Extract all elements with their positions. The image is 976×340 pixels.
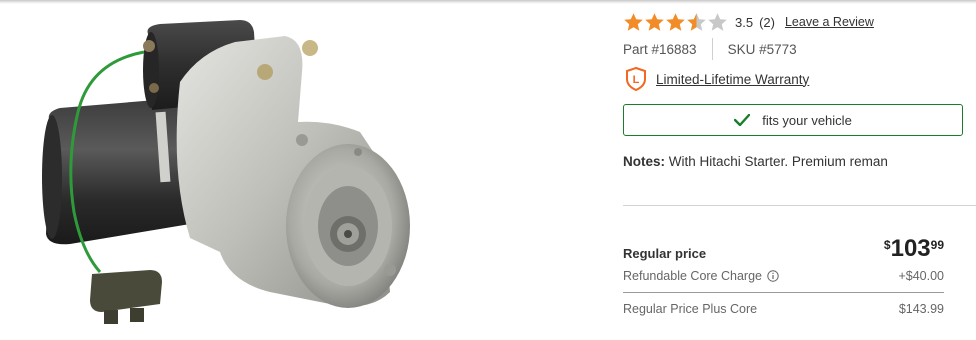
svg-text:L: L: [633, 74, 640, 86]
warranty-shield-icon: L: [626, 67, 646, 91]
price-plus-core-label: Regular Price Plus Core: [623, 302, 758, 316]
core-charge-value: +$40.00: [898, 269, 944, 283]
star-full-icon: [666, 12, 685, 31]
sku-number: SKU #5773: [727, 41, 797, 57]
rating-count: (2): [759, 14, 775, 30]
rating-row: 3.5 (2) Leave a Review: [623, 11, 874, 33]
regular-price-amount: $10399: [884, 236, 944, 262]
product-image-panel: [0, 4, 600, 340]
core-divider: [623, 292, 944, 293]
star-full-icon: [624, 12, 643, 31]
price-dollars: 103: [890, 235, 931, 262]
part-number: Part #16883: [623, 41, 697, 57]
fits-vehicle-indicator[interactable]: fits your vehicle: [623, 104, 963, 136]
warranty-row: L Limited-Lifetime Warranty: [625, 67, 809, 91]
core-charge-row: Refundable Core Charge +$40.00: [623, 269, 944, 287]
core-charge-label-group: Refundable Core Charge: [623, 269, 779, 283]
rating-stars: [623, 12, 728, 33]
regular-price-label: Regular price: [623, 246, 707, 261]
price-cents: 99: [930, 238, 944, 252]
rating-value: 3.5: [735, 14, 754, 30]
star-full-icon: [645, 12, 664, 31]
regular-price-row: Regular price $10399: [623, 236, 944, 266]
leave-review-link[interactable]: Leave a Review: [785, 15, 874, 29]
price-plus-core-row: Regular Price Plus Core $143.99: [623, 302, 944, 320]
info-icon[interactable]: [767, 270, 779, 282]
price-plus-core-value: $143.99: [898, 302, 944, 316]
identifiers-row: Part #16883 SKU #5773: [623, 38, 797, 60]
notes-text: With Hitachi Starter. Premium reman: [668, 154, 888, 169]
identifier-divider: [711, 38, 713, 60]
warranty-link[interactable]: Limited-Lifetime Warranty: [656, 72, 809, 87]
star-half-icon: [687, 12, 706, 31]
fits-vehicle-label: fits your vehicle: [762, 112, 852, 128]
section-divider: [623, 205, 976, 206]
starter-motor-image: [42, 20, 410, 324]
core-charge-label: Refundable Core Charge: [623, 269, 762, 283]
checkmark-icon: [734, 114, 751, 126]
product-notes: Notes: With Hitachi Starter. Premium rem…: [623, 154, 888, 169]
notes-heading: Notes:: [623, 154, 666, 169]
star-empty-icon: [708, 12, 727, 31]
price-currency: $: [883, 238, 891, 252]
